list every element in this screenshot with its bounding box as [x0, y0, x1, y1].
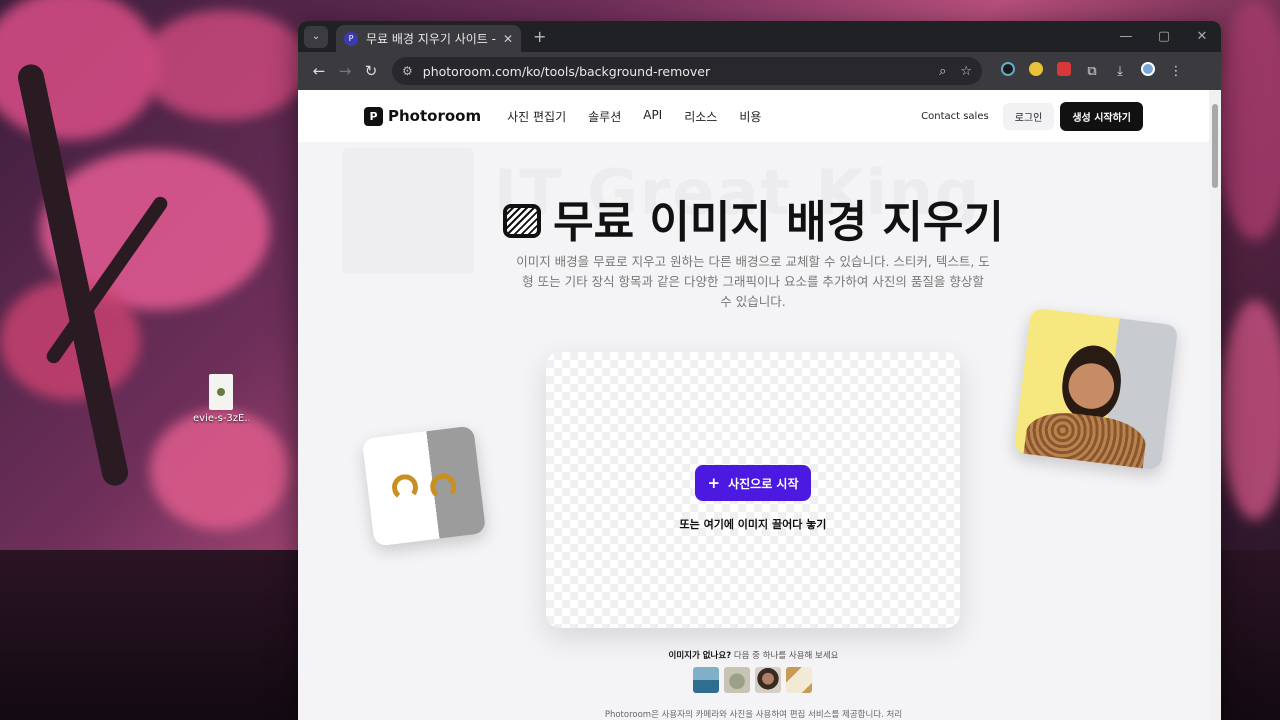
nav-api[interactable]: API — [643, 108, 662, 125]
start-with-photo-label: 사진으로 시작 — [728, 476, 799, 491]
image-file-icon — [209, 374, 233, 410]
browser-tab[interactable]: P 무료 배경 지우기 사이트 - 온라 ✕ — [336, 25, 521, 52]
sample-paper-thumbnail[interactable] — [786, 667, 812, 693]
portrait-image — [1058, 342, 1126, 423]
extension-1-icon[interactable] — [994, 62, 1022, 80]
hero-subtitle: 이미지 배경을 무료로 지우고 원하는 다른 배경으로 교체할 수 있습니다. … — [516, 254, 990, 309]
logo-text: Photoroom — [388, 107, 482, 125]
extension-2-icon[interactable] — [1022, 62, 1050, 80]
sample-question-rest: 다음 중 하나를 사용해 보세요 — [731, 651, 839, 661]
sample-images — [693, 667, 817, 693]
browser-window: ⌄ P 무료 배경 지우기 사이트 - 온라 ✕ + — ▢ ✕ ← → ↻ ⚙… — [298, 21, 1221, 720]
sample-car-thumbnail[interactable] — [693, 667, 719, 693]
login-button[interactable]: 로그인 — [1002, 102, 1055, 130]
main-nav: 사진 편집기 솔루션 API 리소스 비용 — [507, 108, 783, 125]
url-text[interactable]: photoroom.com/ko/tools/background-remove… — [423, 64, 925, 79]
sample-woman-thumbnail[interactable] — [755, 667, 781, 693]
contact-sales-link[interactable]: Contact sales — [921, 111, 989, 122]
tab-search-button[interactable]: ⌄ — [304, 25, 328, 48]
portrait-body — [1021, 407, 1149, 471]
extension-new-icon[interactable] — [1050, 62, 1078, 80]
new-tab-button[interactable]: + — [533, 27, 546, 46]
eraser-icon — [503, 204, 542, 238]
maximize-button[interactable]: ▢ — [1145, 29, 1183, 44]
tab-title: 무료 배경 지우기 사이트 - 온라 — [366, 32, 497, 46]
scrollbar-thumb[interactable] — [1212, 104, 1218, 188]
plus-icon: + — [707, 474, 721, 492]
nav-resources[interactable]: 리소스 — [684, 108, 717, 125]
sample-shoes-thumbnail[interactable] — [724, 667, 750, 693]
photoroom-favicon-icon: P — [344, 31, 358, 46]
example-rings-card — [361, 425, 487, 547]
bookmark-star-icon[interactable]: ☆ — [960, 64, 972, 79]
close-window-button[interactable]: ✕ — [1183, 29, 1221, 44]
ring-image — [428, 472, 458, 502]
forward-button[interactable]: → — [332, 62, 358, 80]
reload-button[interactable]: ↻ — [358, 62, 384, 80]
site-info-icon[interactable]: ⚙ — [402, 64, 413, 78]
download-icon[interactable]: ⤓ — [1106, 64, 1134, 79]
drop-instruction: 또는 여기에 이미지 끌어다 놓기 — [679, 518, 827, 531]
puzzle-icon[interactable]: ⧉ — [1078, 64, 1106, 79]
address-bar[interactable]: ⚙ photoroom.com/ko/tools/background-remo… — [392, 57, 982, 85]
extensions-area: ⧉ ⤓ ⋮ — [994, 62, 1190, 80]
page-scrollbar[interactable] — [1209, 90, 1221, 720]
close-tab-icon[interactable]: ✕ — [503, 32, 513, 46]
sample-question-bold: 이미지가 없나요? — [668, 651, 732, 661]
back-button[interactable]: ← — [306, 62, 332, 80]
profile-avatar[interactable] — [1134, 62, 1162, 80]
page-viewport: P Photoroom 사진 편집기 솔루션 API 리소스 비용 Contac… — [298, 90, 1221, 720]
page-title: 무료 이미지 배경 지우기 — [298, 186, 1209, 250]
nav-pricing[interactable]: 비용 — [739, 108, 761, 125]
upload-dropzone[interactable]: + 사진으로 시작 또는 여기에 이미지 끌어다 놓기 — [546, 352, 960, 628]
start-creating-button[interactable]: 생성 시작하기 — [1060, 101, 1143, 131]
nav-solutions[interactable]: 솔루션 — [588, 108, 621, 125]
privacy-footnote: Photoroom은 사용자의 카메라와 사진을 사용하여 편집 서비스를 제공… — [604, 710, 903, 720]
browser-toolbar: ← → ↻ ⚙ photoroom.com/ko/tools/backgroun… — [298, 52, 1221, 90]
sample-question: 이미지가 없나요? 다음 중 하나를 사용해 보세요 — [298, 649, 1209, 661]
minimize-button[interactable]: — — [1107, 29, 1145, 44]
window-controls: — ▢ ✕ — [1107, 21, 1221, 52]
example-portrait-card — [1013, 307, 1179, 471]
tab-strip: ⌄ P 무료 배경 지우기 사이트 - 온라 ✕ + — ▢ ✕ — [298, 21, 1221, 52]
page-title-text: 무료 이미지 배경 지우기 — [553, 197, 1004, 248]
zoom-icon[interactable]: ⌕ — [939, 64, 946, 79]
photoroom-logo[interactable]: P Photoroom — [364, 106, 482, 126]
ring-image — [390, 472, 420, 502]
nav-photo-editor[interactable]: 사진 편집기 — [507, 108, 566, 125]
photoroom-logo-icon: P — [364, 106, 383, 126]
start-with-photo-button[interactable]: + 사진으로 시작 — [695, 465, 811, 501]
desktop-file-name: evie-s-3zE... — [193, 413, 249, 424]
site-header: P Photoroom 사진 편집기 솔루션 API 리소스 비용 Contac… — [298, 90, 1221, 142]
header-actions: Contact sales 로그인 생성 시작하기 — [921, 101, 1143, 131]
desktop-file-icon[interactable]: evie-s-3zE... — [193, 374, 249, 424]
menu-icon[interactable]: ⋮ — [1162, 64, 1190, 79]
